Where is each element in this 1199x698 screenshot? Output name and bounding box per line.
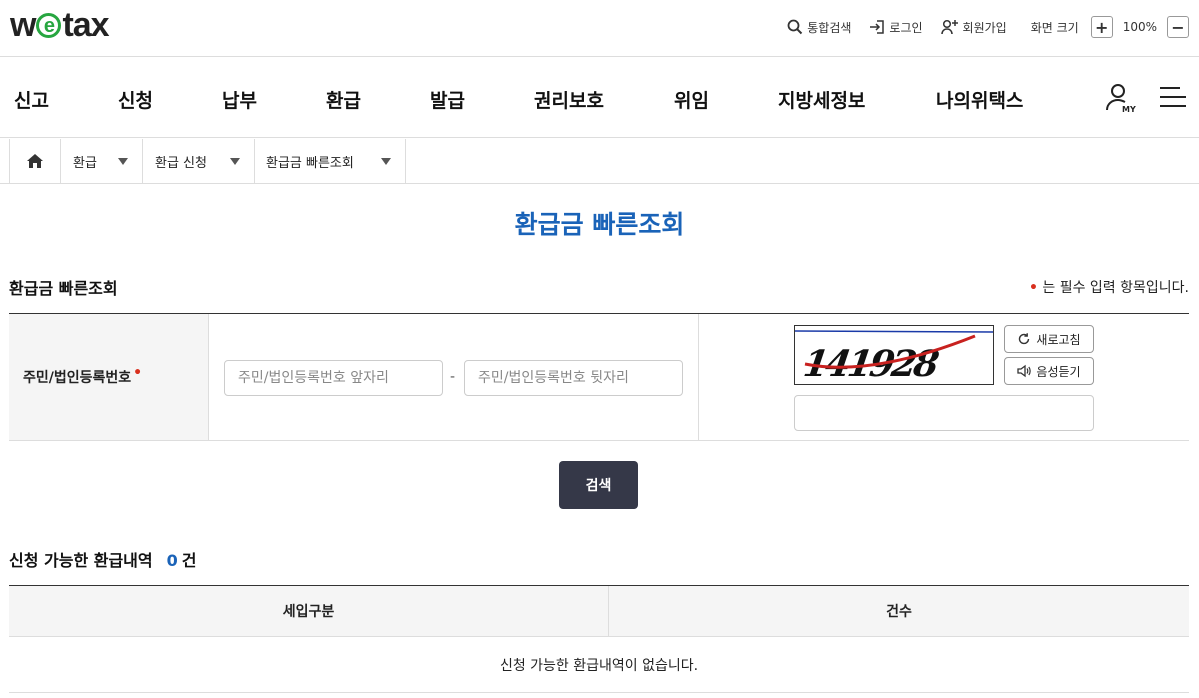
zoom-in-button[interactable]: +	[1090, 16, 1113, 38]
zoom-value: 100%	[1122, 20, 1157, 34]
id-number-label: 주민/법인등록번호	[23, 370, 132, 386]
breadcrumb-item-quick-lookup[interactable]: 환급금 빠른조회	[255, 139, 406, 183]
breadcrumb: 환급 환급 신청 환급금 빠른조회	[0, 139, 1199, 184]
captcha-text: 141928	[801, 342, 942, 385]
breadcrumb-label: 환급금 빠른조회	[266, 155, 354, 171]
empty-results-message: 신청 가능한 환급내역이 없습니다.	[9, 637, 1189, 693]
signup-link[interactable]: 회원가입	[940, 14, 1007, 40]
all-menu-button[interactable]	[1160, 86, 1186, 108]
zoom-label: 화면 크기	[1030, 20, 1079, 35]
gnb-item-report[interactable]: 신고	[14, 86, 49, 113]
gnb-item-payment[interactable]: 납부	[222, 86, 257, 113]
breadcrumb-label: 환급 신청	[155, 155, 207, 171]
wetax-logo[interactable]: w e tax	[10, 6, 110, 45]
lookup-form-table: 주민/법인등록번호• - 141928 새로고침 음성듣기	[9, 313, 1189, 441]
caret-down-icon	[118, 158, 128, 165]
results-count-unit: 건	[181, 551, 197, 570]
integrated-search-label: 통합검색	[807, 20, 852, 35]
results-count: 0	[166, 551, 178, 570]
results-title: 신청 가능한 환급내역 0 건	[9, 547, 197, 571]
login-label: 로그인	[889, 20, 923, 35]
column-header-tax-type: 세입구분	[282, 604, 335, 620]
logo-text-tax: tax	[62, 6, 109, 44]
logo-text-w: w	[10, 6, 36, 44]
gnb-item-issue[interactable]: 발급	[430, 86, 465, 113]
id-front-input[interactable]	[224, 360, 443, 396]
signup-label: 회원가입	[962, 20, 1007, 35]
captcha-input[interactable]	[794, 395, 1094, 431]
home-icon	[27, 154, 43, 168]
breadcrumb-item-refund[interactable]: 환급	[61, 139, 143, 183]
required-marker: •	[1028, 280, 1038, 296]
column-divider	[698, 314, 699, 440]
gnb-item-localtax-info[interactable]: 지방세정보	[778, 86, 865, 113]
login-icon	[870, 20, 885, 34]
breadcrumb-item-refund-apply[interactable]: 환급 신청	[143, 139, 255, 183]
page-title: 환급금 빠른조회	[514, 210, 685, 239]
table-header-row: 세입구분 건수	[9, 586, 1189, 637]
my-label: MY	[1122, 105, 1136, 114]
captcha-image: 141928	[794, 325, 994, 385]
top-bar: w e tax 통합검색 로그인 회원가입 화면 크기 + 100% −	[0, 0, 1199, 57]
refresh-label: 새로고침	[1036, 332, 1081, 347]
gnb-item-my-wetax[interactable]: 나의위택스	[936, 86, 1023, 113]
global-navigation: 신고 신청 납부 환급 발급 권리보호 위임 지방세정보 나의위택스 MY	[0, 58, 1199, 138]
utility-menu: 통합검색 로그인 회원가입 화면 크기 + 100% −	[769, 14, 1189, 40]
speaker-icon	[1017, 364, 1032, 378]
gnb-item-rights[interactable]: 권리보호	[534, 86, 604, 113]
breadcrumb-home[interactable]	[9, 139, 61, 183]
captcha-refresh-button[interactable]: 새로고침	[1004, 325, 1094, 353]
login-link[interactable]: 로그인	[869, 14, 923, 40]
caret-down-icon	[230, 158, 240, 165]
breadcrumb-label: 환급	[73, 155, 97, 171]
captcha-graphic: 141928	[795, 330, 993, 385]
search-icon	[787, 19, 803, 35]
captcha-audio-button[interactable]: 음성듣기	[1004, 357, 1094, 385]
required-note: • 는 필수 입력 항목입니다.	[1029, 277, 1189, 297]
column-header-count: 건수	[886, 604, 912, 620]
form-section-title: 환급금 빠른조회	[9, 279, 118, 298]
audio-label: 음성듣기	[1036, 364, 1081, 379]
required-note-text: 는 필수 입력 항목입니다.	[1037, 280, 1189, 296]
gnb-item-apply[interactable]: 신청	[118, 86, 153, 113]
zoom-out-button[interactable]: −	[1167, 16, 1189, 38]
my-page-button[interactable]: MY	[1105, 82, 1137, 114]
integrated-search-link[interactable]: 통합검색	[787, 14, 851, 40]
caret-down-icon	[381, 158, 391, 165]
results-title-text: 신청 가능한 환급내역	[9, 551, 153, 570]
results-table: 세입구분 건수 신청 가능한 환급내역이 없습니다.	[9, 585, 1189, 693]
id-back-input[interactable]	[464, 360, 683, 396]
search-button[interactable]: 검색	[559, 461, 638, 509]
id-number-label-cell: 주민/법인등록번호 •	[9, 314, 209, 440]
user-plus-icon	[940, 19, 958, 35]
gnb-item-refund[interactable]: 환급	[326, 86, 361, 113]
logo-e-circle: e	[36, 13, 62, 38]
required-marker: •	[133, 365, 143, 381]
hamburger-icon	[1160, 87, 1186, 107]
id-separator: -	[450, 369, 456, 385]
refresh-icon	[1019, 333, 1030, 345]
gnb-item-delegation[interactable]: 위임	[674, 86, 709, 113]
user-my-icon: MY	[1106, 84, 1136, 114]
